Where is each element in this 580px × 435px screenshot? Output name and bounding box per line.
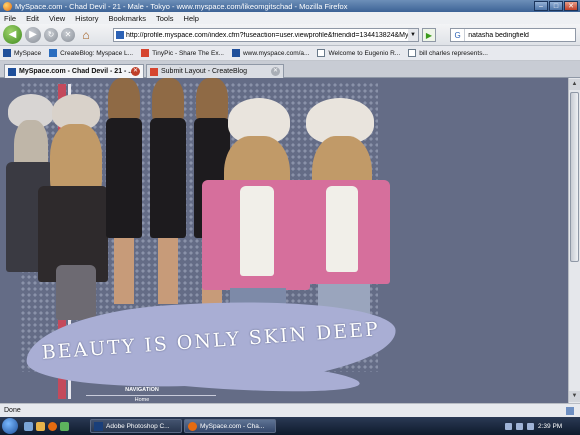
bookmark-item[interactable]: TinyPic - Share The Ex...	[141, 49, 224, 57]
scrollbar-thumb[interactable]	[570, 92, 579, 262]
windows-taskbar: Adobe Photoshop C... MySpace.com - Cha..…	[0, 417, 580, 435]
myspace-icon	[231, 49, 240, 57]
back-button[interactable]: ◀	[3, 25, 22, 44]
firefox-window: MySpace.com - Chad Devil - 21 - Male - T…	[0, 0, 580, 435]
go-button[interactable]: ▶	[422, 28, 436, 42]
media-icon[interactable]	[60, 421, 69, 431]
url-dropdown-icon[interactable]: ▼	[408, 29, 418, 41]
explorer-icon[interactable]	[36, 421, 45, 431]
page-icon	[317, 49, 326, 57]
bookmark-label: TinyPic - Share The Ex...	[152, 49, 224, 57]
model-figure	[200, 98, 310, 328]
clock: 2:39 PM	[538, 422, 563, 430]
desktop-icon[interactable]	[24, 421, 33, 431]
menu-tools[interactable]: Tools	[156, 14, 174, 23]
bookmarks-toolbar: MySpace CreateBlog: Myspace L... TinyPic…	[0, 46, 580, 61]
myspace-icon	[3, 49, 11, 57]
page-content: BEAUTY IS ONLY SKIN DEEP NAVIGATION Home	[0, 78, 568, 403]
search-input[interactable]	[465, 31, 575, 39]
scroll-up-icon[interactable]: ▲	[569, 79, 580, 90]
tab-label: MySpace.com - Chad Devil - 21 - ...	[19, 68, 135, 75]
bookmark-label: www.myspace.com/a...	[242, 49, 310, 57]
bookmark-item[interactable]: CreateBlog: Myspace L...	[49, 49, 133, 57]
firefox-icon[interactable]	[48, 421, 57, 431]
tinypic-icon	[141, 49, 150, 57]
model-figure	[296, 98, 390, 328]
search-bar[interactable]: G	[450, 28, 576, 42]
reload-button[interactable]: ↻	[44, 27, 58, 42]
minimize-icon[interactable]: –	[534, 1, 548, 11]
status-bar: Done	[0, 403, 580, 417]
vertical-scrollbar[interactable]: ▲ ▼	[568, 78, 580, 403]
close-tab-icon[interactable]: ✕	[271, 67, 280, 76]
bookmark-item[interactable]: www.myspace.com/a...	[231, 49, 310, 57]
taskbar-item-firefox[interactable]: MySpace.com - Cha...	[184, 419, 276, 433]
page-icon	[408, 49, 417, 57]
task-label: MySpace.com - Cha...	[200, 422, 265, 430]
taskbar-item-photoshop[interactable]: Adobe Photoshop C...	[90, 419, 182, 433]
title-bar: MySpace.com - Chad Devil - 21 - Male - T…	[0, 0, 580, 12]
scroll-down-icon[interactable]: ▼	[569, 391, 580, 402]
site-favicon-icon	[116, 31, 124, 39]
close-icon[interactable]: ✕	[564, 1, 578, 11]
quick-launch	[24, 421, 69, 431]
system-tray: 2:39 PM	[505, 419, 580, 433]
security-icon[interactable]	[527, 422, 534, 430]
tab-strip: MySpace.com - Chad Devil - 21 - ... ✕ Su…	[0, 61, 580, 78]
stop-button[interactable]: ✕	[61, 27, 75, 42]
home-button[interactable]: ⌂	[78, 27, 94, 43]
model-figure	[30, 90, 110, 320]
firefox-icon	[188, 421, 197, 431]
menu-bookmarks[interactable]: Bookmarks	[109, 14, 147, 23]
status-icon	[566, 407, 574, 415]
window-title: MySpace.com - Chad Devil - 21 - Male - T…	[15, 1, 348, 11]
navigation-toolbar: ◀ ▶ ↻ ✕ ⌂ ▼ ▶ G	[0, 24, 580, 46]
menu-view[interactable]: View	[49, 14, 65, 23]
bookmark-label: Welcome to Eugenio R...	[328, 49, 401, 57]
menu-edit[interactable]: Edit	[26, 14, 39, 23]
forward-button[interactable]: ▶	[25, 26, 41, 43]
bookmark-label: bill charles represents...	[419, 49, 488, 57]
navigation-heading: NAVIGATION	[125, 387, 159, 393]
menu-bar: File Edit View History Bookmarks Tools H…	[0, 12, 580, 24]
createblog-icon	[150, 67, 158, 76]
start-button[interactable]	[2, 418, 18, 434]
firefox-icon	[3, 1, 12, 11]
url-bar[interactable]: ▼	[113, 28, 419, 42]
menu-history[interactable]: History	[75, 14, 98, 23]
url-input[interactable]	[126, 31, 418, 39]
bookmark-item[interactable]: MySpace	[3, 49, 41, 57]
bookmark-item[interactable]: Welcome to Eugenio R...	[317, 49, 400, 57]
createblog-icon	[49, 49, 58, 57]
search-engine-icon[interactable]: G	[451, 29, 466, 41]
network-icon[interactable]	[505, 422, 512, 430]
status-text: Done	[4, 407, 21, 414]
menu-file[interactable]: File	[4, 14, 16, 23]
close-tab-icon[interactable]: ✕	[131, 67, 140, 76]
tab-myspace[interactable]: MySpace.com - Chad Devil - 21 - ... ✕	[4, 64, 144, 78]
bookmark-label: MySpace	[14, 49, 42, 57]
tab-createblog[interactable]: Submit Layout - CreateBlog ✕	[146, 64, 284, 78]
task-label: Adobe Photoshop C...	[106, 422, 170, 430]
divider	[86, 395, 216, 396]
window-controls: – □ ✕	[534, 1, 578, 11]
maximize-icon[interactable]: □	[549, 1, 563, 11]
bookmark-label: CreateBlog: Myspace L...	[60, 49, 134, 57]
myspace-icon	[8, 67, 16, 76]
photoshop-icon	[94, 421, 103, 431]
volume-icon[interactable]	[516, 422, 523, 430]
menu-help[interactable]: Help	[184, 14, 199, 23]
bookmark-item[interactable]: bill charles represents...	[408, 49, 488, 57]
tab-label: Submit Layout - CreateBlog	[161, 68, 247, 75]
